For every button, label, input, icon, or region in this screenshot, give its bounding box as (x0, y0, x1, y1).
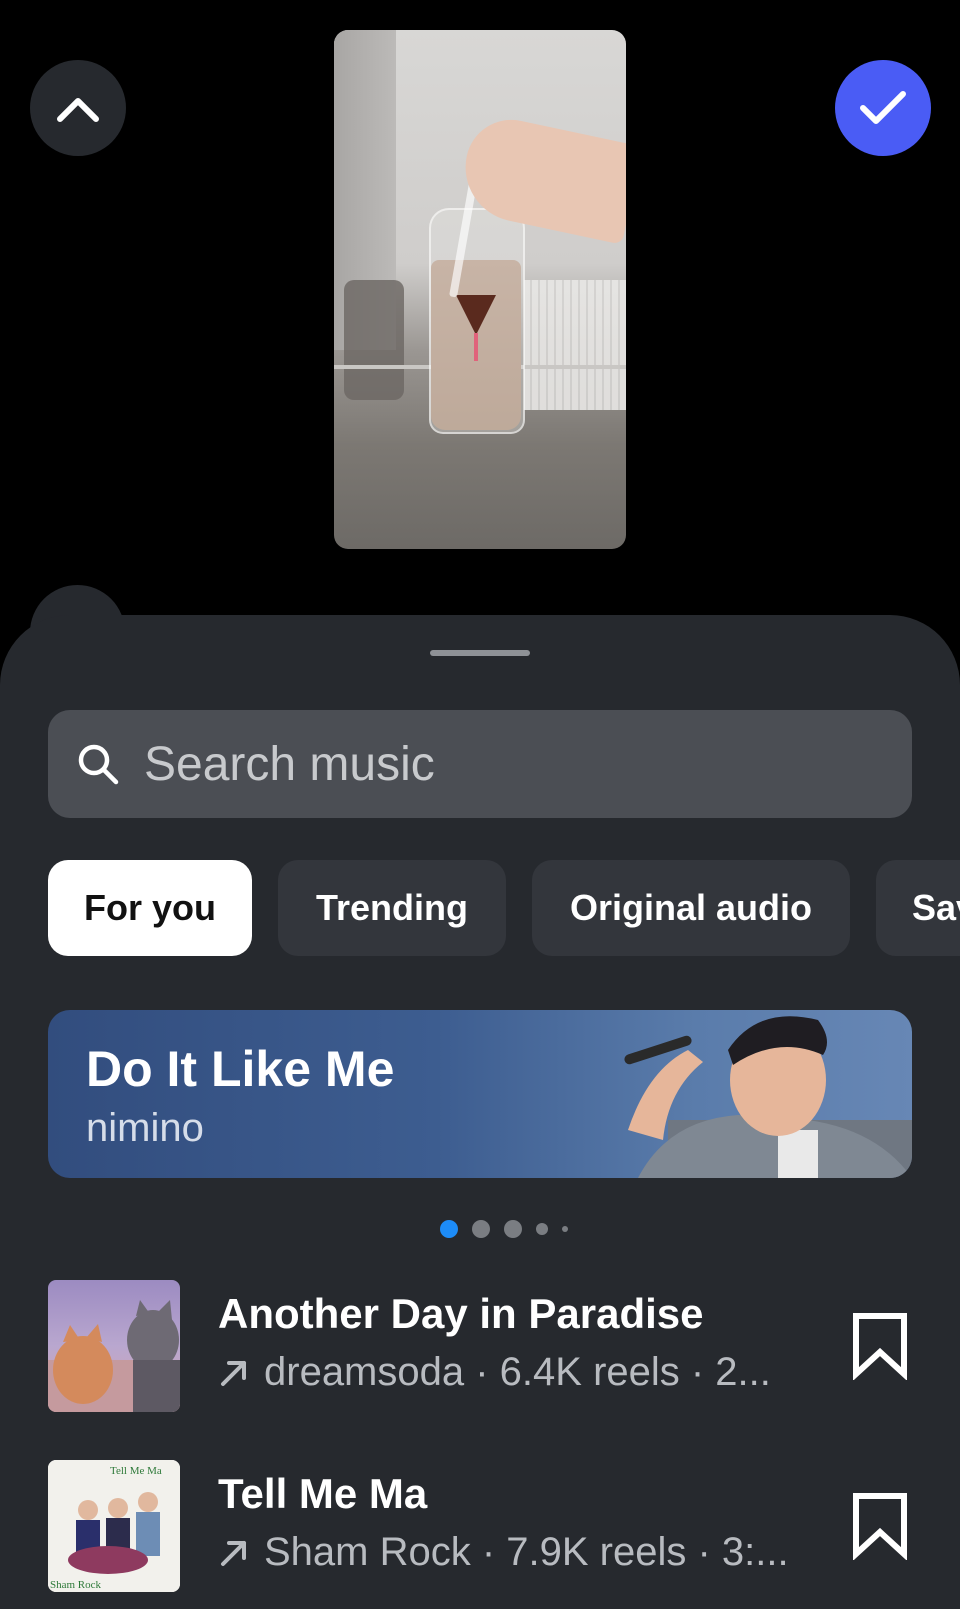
bookmark-button[interactable] (848, 1492, 912, 1561)
carousel-dot[interactable] (536, 1223, 548, 1235)
tab-saved[interactable]: Sav (876, 860, 960, 956)
sheet-drag-handle[interactable] (430, 650, 530, 656)
bookmark-icon (853, 1313, 907, 1381)
carousel-dot[interactable] (472, 1220, 490, 1238)
featured-title: Do It Like Me (86, 1041, 395, 1097)
preview-chair (344, 280, 404, 400)
collapse-button[interactable] (30, 60, 126, 156)
confirm-button[interactable] (835, 60, 931, 156)
carousel-indicator (440, 1220, 582, 1238)
tab-original-audio[interactable]: Original audio (532, 860, 850, 956)
bookmark-button[interactable] (848, 1312, 912, 1381)
track-meta: Sham Rock · 7.9K reels · 3:... (218, 1530, 789, 1575)
track-meta-text: Sham Rock · 7.9K reels · 3:... (264, 1530, 789, 1574)
track-row[interactable]: Another Day in Paradise dreamsoda · 6.4K… (48, 1280, 912, 1412)
album-art-text-bottom: Sham Rock (50, 1579, 102, 1591)
carousel-dot[interactable] (562, 1226, 568, 1232)
featured-artist: nimino (86, 1106, 204, 1150)
tab-for-you[interactable]: For you (48, 860, 252, 956)
album-art: Tell Me Ma Sham Rock (48, 1460, 180, 1592)
preview-glass-logo-stem (474, 333, 478, 361)
trending-arrow-icon (218, 1357, 250, 1389)
video-preview[interactable] (334, 30, 626, 549)
album-art-text-top: Tell Me Ma (110, 1465, 162, 1477)
track-title: Tell Me Ma (218, 1470, 428, 1517)
track-meta: dreamsoda · 6.4K reels · 2... (218, 1350, 771, 1395)
search-input[interactable]: Search music (48, 710, 912, 818)
search-icon (76, 741, 122, 787)
bookmark-icon (853, 1493, 907, 1561)
preview-radiator (524, 280, 626, 410)
checkmark-icon (860, 91, 906, 124)
track-title: Another Day in Paradise (218, 1290, 704, 1337)
chevron-up-icon (57, 98, 99, 122)
featured-artist-photo (624, 1016, 912, 1178)
carousel-dot[interactable] (504, 1220, 522, 1238)
track-meta-text: dreamsoda · 6.4K reels · 2... (264, 1350, 771, 1394)
featured-banner[interactable]: Do It Like Me nimino (48, 1010, 912, 1178)
album-art (48, 1280, 180, 1412)
tab-trending[interactable]: Trending (278, 860, 506, 956)
category-tabs: For you Trending Original audio Sav (48, 860, 960, 956)
search-placeholder: Search music (144, 737, 435, 791)
music-sheet: Search music For you Trending Original aud… (0, 615, 960, 1609)
carousel-dot[interactable] (440, 1220, 458, 1238)
trending-arrow-icon (218, 1537, 250, 1569)
track-row[interactable]: Tell Me Ma Sham Rock Tell Me Ma Sham Roc… (48, 1460, 912, 1592)
